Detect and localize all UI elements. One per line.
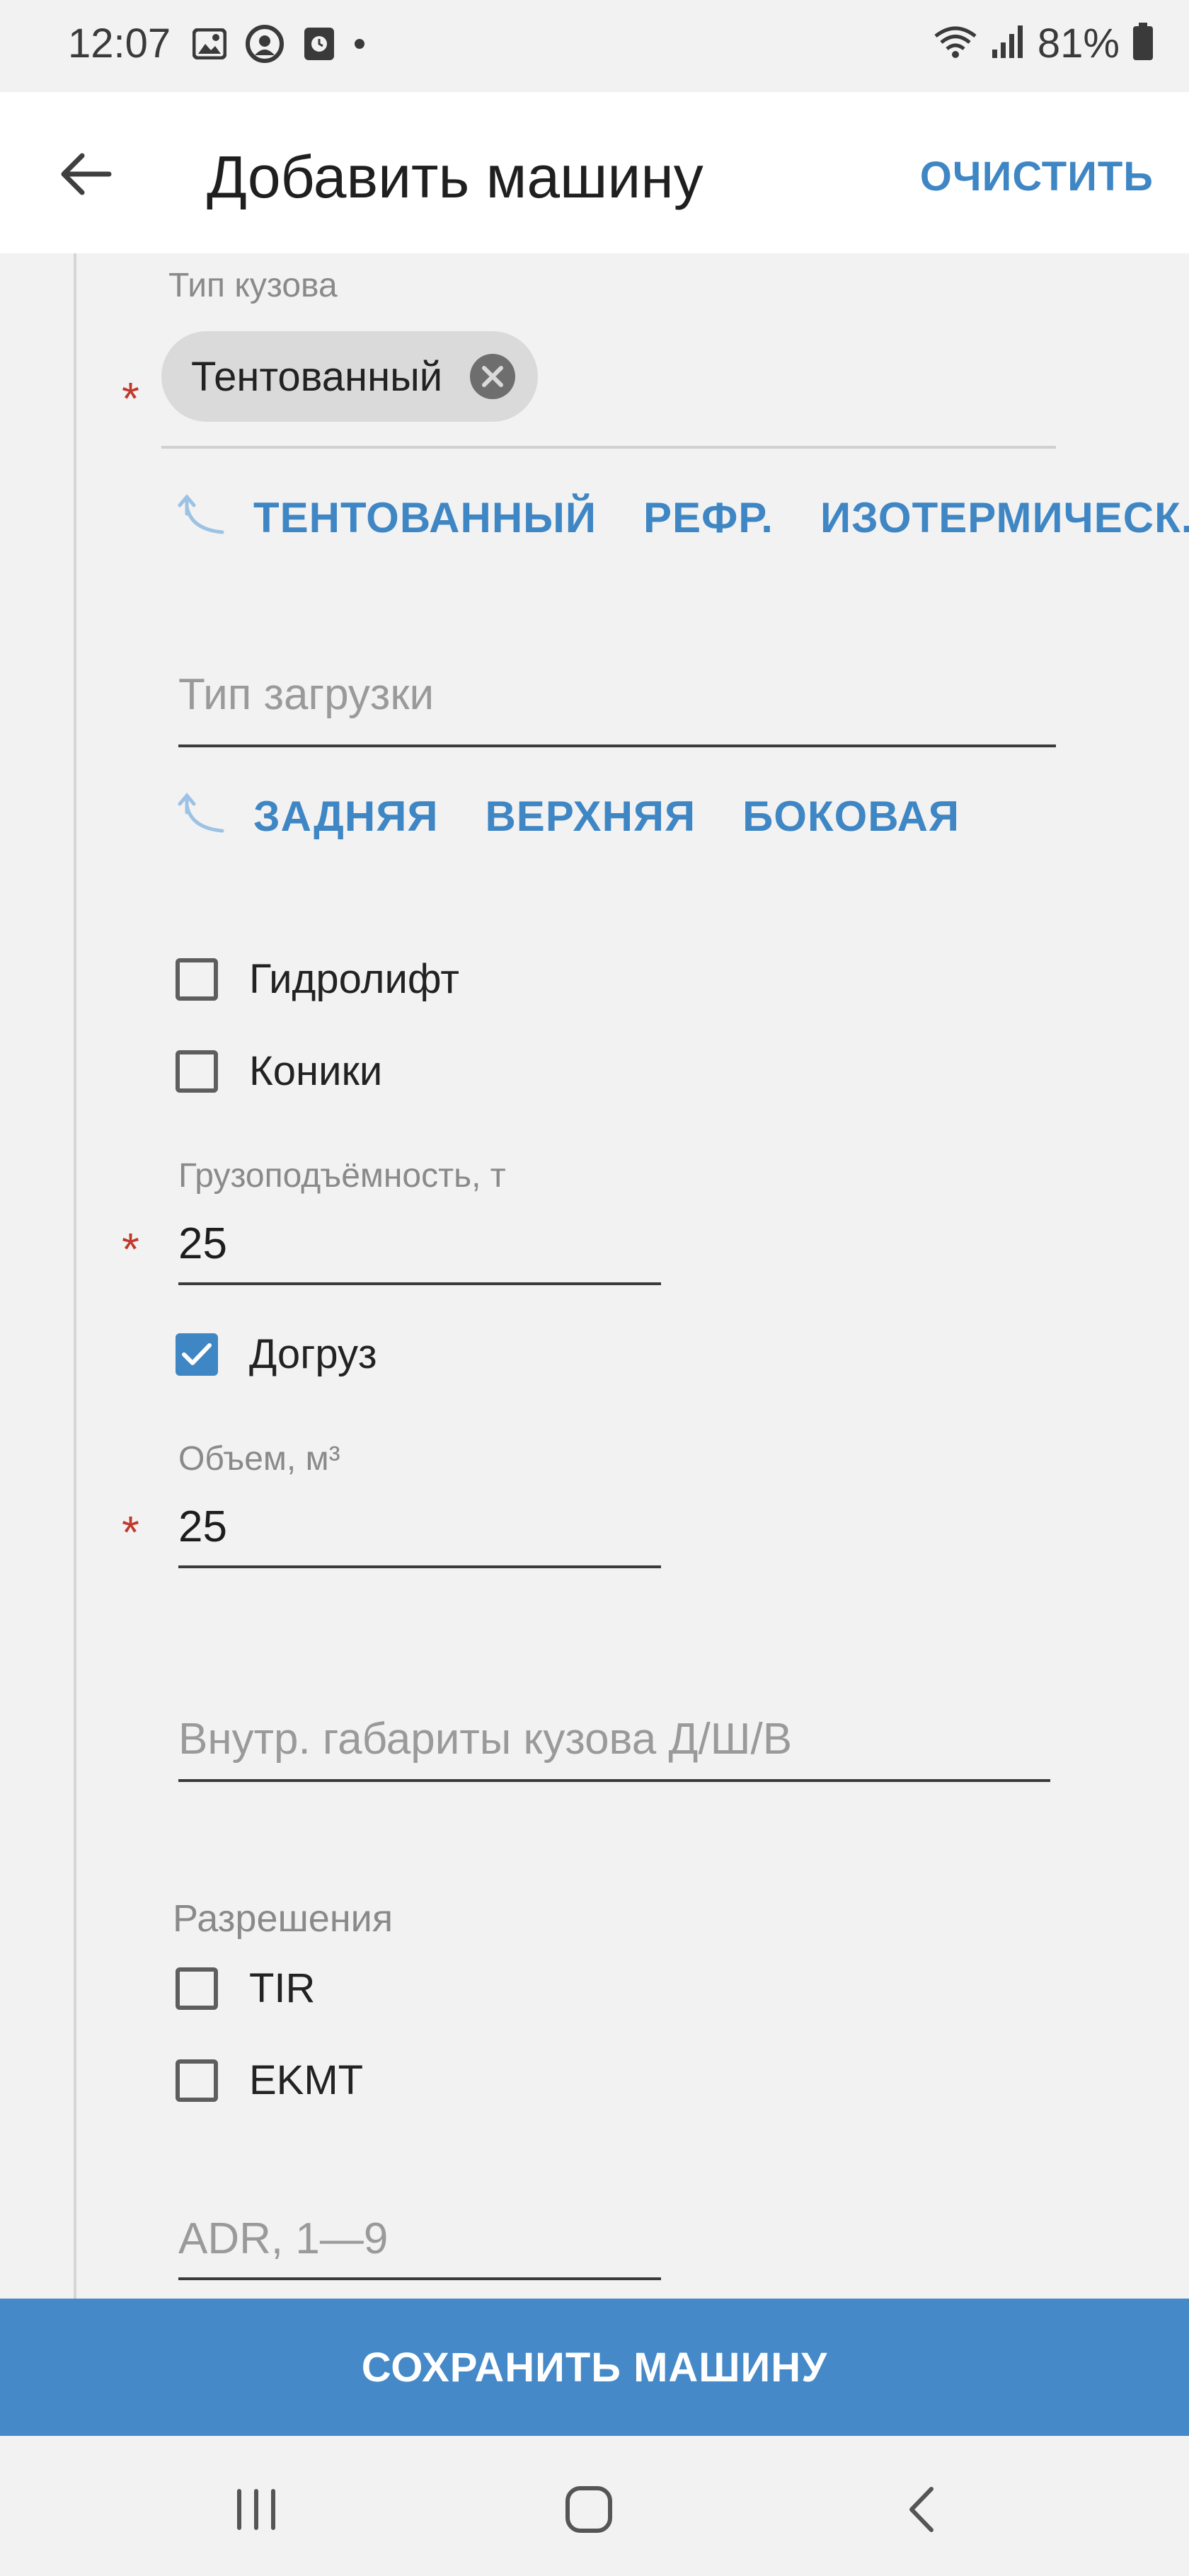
save-car-label: СОХРАНИТЬ МАШИНУ [361, 2344, 828, 2391]
recent-apps-button[interactable] [221, 2474, 292, 2545]
app-bar: Добавить машину ОЧИСТИТЬ [0, 92, 1189, 253]
suggestion-verkhnyaya[interactable]: ВЕРХНЯЯ [485, 792, 696, 841]
capacity-underline [178, 1282, 661, 1285]
capacity-label: Грузоподъёмность, т [178, 1157, 506, 1195]
tir-checkbox[interactable] [176, 1967, 218, 2010]
system-back-button[interactable] [886, 2474, 957, 2545]
suggestion-refr[interactable]: РЕФР. [643, 493, 774, 542]
loading-type-input[interactable]: Тип загрузки [178, 669, 434, 720]
dot-icon [354, 38, 365, 53]
loading-type-underline [178, 744, 1056, 747]
body-type-suggestions: ТЕНТОВАННЫЙ РЕФР. ИЗОТЕРМИЧЕСК... [177, 493, 1189, 542]
loading-type-suggestions: ЗАДНЯЯ ВЕРХНЯЯ БОКОВАЯ [177, 791, 1006, 841]
image-icon [192, 28, 227, 63]
suggestion-tentovanny[interactable]: ТЕНТОВАННЫЙ [253, 493, 597, 542]
back-button[interactable] [50, 139, 120, 209]
status-bar: 12:07 81% [0, 0, 1189, 92]
required-mark: * [122, 1224, 139, 1275]
arrow-left-icon [61, 153, 112, 195]
dimensions-underline [178, 1779, 1050, 1782]
ekmt-label: EKMT [249, 2057, 364, 2103]
status-notification-icons [192, 24, 365, 67]
ekmt-checkbox[interactable] [176, 2059, 218, 2102]
save-car-button[interactable]: СОХРАНИТЬ МАШИНУ [0, 2299, 1189, 2436]
wifi-icon [933, 23, 978, 64]
hydrolift-label: Гидролифт [249, 956, 459, 1002]
volume-label: Объем, м³ [178, 1440, 340, 1478]
suggestion-arrow-icon [178, 494, 224, 534]
form-content[interactable]: Тип кузова * Тентованный ТЕНТОВАННЫЙ РЕФ… [0, 253, 1189, 2299]
hydrolift-checkbox-row[interactable]: Гидролифт [176, 955, 459, 1003]
tir-checkbox-row[interactable]: TIR [176, 1965, 315, 2012]
ekmt-checkbox-row[interactable]: EKMT [176, 2057, 363, 2104]
recent-apps-icon [237, 2489, 275, 2530]
chevron-left-icon [909, 2487, 934, 2532]
adr-input[interactable]: ADR, 1—9 [178, 2214, 388, 2264]
koniki-label: Коники [249, 1048, 383, 1094]
app-icon [245, 24, 285, 67]
status-system-icons: 81% [933, 20, 1154, 67]
close-circle-icon[interactable] [470, 354, 515, 399]
body-type-underline [161, 446, 1056, 449]
required-mark: * [122, 373, 139, 424]
dimensions-input[interactable]: Внутр. габариты кузова Д/Ш/В [178, 1714, 792, 1764]
signal-icon [991, 24, 1025, 63]
system-nav-bar [0, 2436, 1189, 2576]
required-mark: * [122, 1507, 139, 1558]
status-time: 12:07 [68, 21, 171, 67]
permits-title: Разрешения [173, 1897, 394, 1940]
extra-load-label: Догруз [249, 1331, 377, 1377]
hydrolift-checkbox[interactable] [176, 958, 218, 1001]
clear-button[interactable]: ОЧИСТИТЬ [920, 153, 1154, 200]
page-title: Добавить машину [207, 144, 703, 210]
extra-load-checkbox[interactable] [176, 1333, 218, 1376]
battery-icon [1132, 23, 1154, 64]
volume-input[interactable]: 25 [178, 1502, 227, 1552]
tir-label: TIR [249, 1965, 316, 2011]
left-rail-divider [74, 253, 76, 2299]
chip-label: Тентованный [191, 353, 443, 400]
koniki-checkbox[interactable] [176, 1050, 218, 1093]
clock-icon [303, 26, 335, 65]
body-type-chip[interactable]: Тентованный [161, 331, 538, 422]
koniki-checkbox-row[interactable]: Коники [176, 1047, 382, 1095]
home-icon [565, 2486, 612, 2533]
suggestion-izotermich[interactable]: ИЗОТЕРМИЧЕСК... [820, 493, 1189, 542]
body-type-label: Тип кузова [168, 267, 338, 304]
volume-underline [178, 1565, 661, 1568]
suggestion-bokovaya[interactable]: БОКОВАЯ [742, 792, 960, 841]
extra-load-checkbox-row[interactable]: Догруз [176, 1330, 377, 1378]
suggestion-zadnyaya[interactable]: ЗАДНЯЯ [253, 792, 438, 841]
suggestion-arrow-icon [178, 793, 224, 833]
adr-underline [178, 2277, 661, 2280]
home-button[interactable] [553, 2474, 624, 2545]
checkmark-icon [182, 1342, 212, 1365]
capacity-input[interactable]: 25 [178, 1219, 227, 1269]
battery-percent: 81% [1037, 21, 1120, 67]
